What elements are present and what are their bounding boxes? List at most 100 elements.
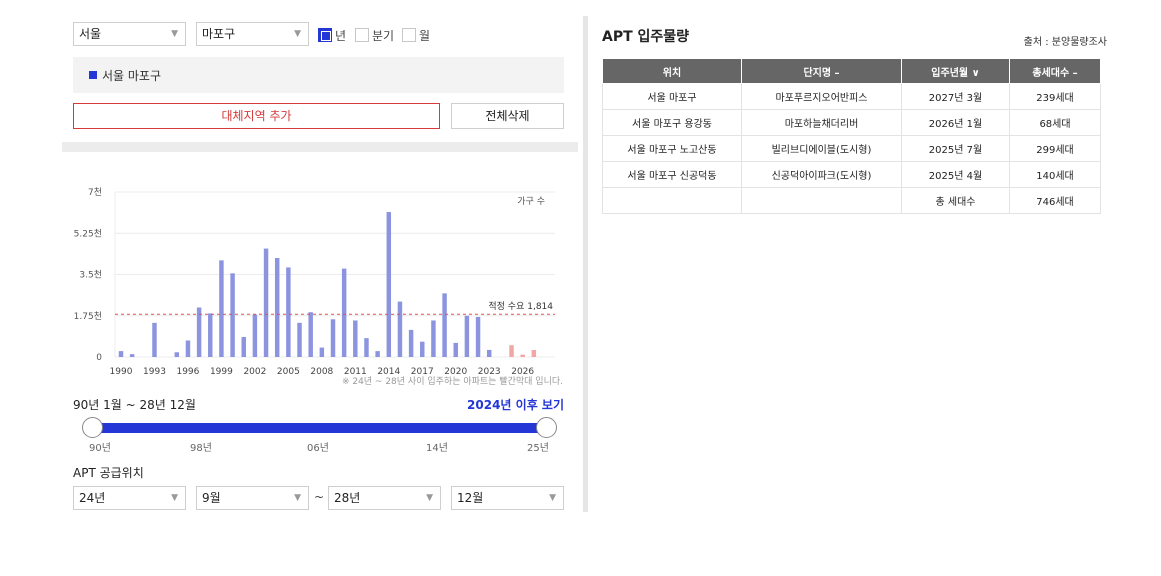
chevron-down-icon: ▼ xyxy=(294,493,301,503)
y-tick-label: 0 xyxy=(96,353,102,363)
checkbox-checked-icon xyxy=(318,28,332,42)
bar xyxy=(486,349,492,357)
cell-location: 서울 마포구 신공덕동 xyxy=(602,161,742,188)
from-year-select[interactable]: 24년 ▼ xyxy=(73,486,186,510)
table-row: 서울 마포구 용강동 마포하늘채더리버 2026년 1월 68세대 xyxy=(602,109,1101,136)
bar xyxy=(442,293,447,357)
range-tick: 06년 xyxy=(307,443,329,454)
bar xyxy=(364,338,369,357)
cell-complex-name: 신공덕아이파크(도시형) xyxy=(741,161,902,188)
bar xyxy=(196,307,202,357)
bar xyxy=(208,313,213,357)
y-tick-label: 1.75천 xyxy=(74,311,102,322)
chart-note: ※ 24년 ~ 28년 사이 입주하는 아파트는 빨간막대 입니다. xyxy=(342,375,563,387)
bar xyxy=(509,345,514,357)
range-tick: 25년 xyxy=(527,443,549,454)
x-tick-label: 2005 xyxy=(277,367,300,377)
cell-complex-name: 마포푸르지오어반피스 xyxy=(741,83,902,110)
to-year-select[interactable]: 28년 ▼ xyxy=(328,486,441,510)
add-region-button[interactable]: 대체지역 추가 xyxy=(73,103,440,129)
bar xyxy=(241,336,246,357)
chevron-down-icon: ▼ xyxy=(171,29,178,39)
y-tick-label: 3.5천 xyxy=(79,270,102,281)
bar xyxy=(341,268,347,357)
x-tick-label: 1996 xyxy=(176,367,199,377)
bar xyxy=(431,320,436,357)
x-tick-label: 2014 xyxy=(377,367,400,377)
table-header-row: 위치 단지명 – 입주년월 ∨ 총세대수 – xyxy=(602,58,1101,84)
bar xyxy=(464,315,470,357)
table-row: 서울 마포구 마포푸르지오어반피스 2027년 3월 239세대 xyxy=(602,83,1101,110)
range-slider-track[interactable] xyxy=(92,423,547,433)
bar xyxy=(420,341,425,357)
supply-table: 위치 단지명 – 입주년월 ∨ 총세대수 – 서울 마포구 마포푸르지오어반피스… xyxy=(602,58,1101,214)
bar xyxy=(475,316,481,357)
x-tick-label: 2017 xyxy=(411,367,434,377)
supply-location-label: APT 공급위치 xyxy=(73,466,144,480)
reference-line-label: 적정 수요 1,814 xyxy=(488,300,553,312)
cell-location: 서울 마포구 xyxy=(602,83,742,110)
district-select[interactable]: 마포구 ▼ xyxy=(196,22,309,46)
cell-location: 서울 마포구 용강동 xyxy=(602,109,742,136)
region-color-swatch xyxy=(89,71,97,79)
period-month-label: 월 xyxy=(419,28,431,43)
bar xyxy=(375,351,380,357)
cell-complex-name: 빌리브디에이블(도시형) xyxy=(741,135,902,162)
selected-region-label: 서울 마포구 xyxy=(102,69,162,83)
to-month-select[interactable]: 12월 ▼ xyxy=(451,486,564,510)
table-row: 서울 마포구 신공덕동 신공덕아이파크(도시형) 2025년 4월 140세대 xyxy=(602,161,1101,188)
checkbox-empty-icon xyxy=(355,28,369,42)
header-move-in-date[interactable]: 입주년월 ∨ xyxy=(901,58,1010,84)
cell-location: 서울 마포구 노고산동 xyxy=(602,135,742,162)
range-slider-start-handle[interactable] xyxy=(82,417,103,438)
bar xyxy=(531,349,537,357)
cell-total-units: 68세대 xyxy=(1009,109,1101,136)
period-quarter-checkbox[interactable]: 분기 xyxy=(355,27,394,43)
bar xyxy=(353,320,358,357)
bar xyxy=(386,212,392,357)
bar xyxy=(152,322,157,357)
from-month-select[interactable]: 9월 ▼ xyxy=(196,486,309,510)
cell-move-in-date: 2026년 1월 xyxy=(901,109,1010,136)
x-tick-label: 1993 xyxy=(143,367,166,377)
bar xyxy=(319,347,325,357)
header-complex-name[interactable]: 단지명 – xyxy=(741,58,902,84)
view-after-2024-link[interactable]: 2024년 이후 보기 xyxy=(467,396,564,413)
bar xyxy=(308,312,313,357)
cell-empty xyxy=(602,187,742,214)
supply-chart: 7천 5.25천 3.5천 1.75천 0 적정 수요 1,814 가구 수 1990 1993… xyxy=(62,164,578,389)
bar xyxy=(286,267,291,357)
chevron-down-icon: ▼ xyxy=(426,493,433,503)
x-tick-label: 2026 xyxy=(511,367,534,377)
checkbox-empty-icon xyxy=(402,28,416,42)
bar xyxy=(408,329,414,357)
period-year-checkbox[interactable]: 년 xyxy=(318,27,346,43)
city-select[interactable]: 서울 ▼ xyxy=(73,22,186,46)
range-separator: ~ xyxy=(314,490,325,504)
x-tick-label: 2020 xyxy=(444,367,467,377)
x-tick-label: 2002 xyxy=(243,367,266,377)
bar xyxy=(274,258,280,357)
legend-label: 가구 수 xyxy=(517,196,545,207)
cell-total-units: 239세대 xyxy=(1009,83,1101,110)
bar xyxy=(252,314,258,357)
bar xyxy=(297,322,302,357)
delete-all-button[interactable]: 전체삭제 xyxy=(451,103,564,129)
header-total-units[interactable]: 총세대수 – xyxy=(1009,58,1101,84)
bar xyxy=(263,248,269,357)
total-value: 746세대 xyxy=(1009,187,1101,214)
chevron-down-icon: ▼ xyxy=(171,493,178,503)
cell-total-units: 299세대 xyxy=(1009,135,1101,162)
cell-move-in-date: 2025년 7월 xyxy=(901,135,1010,162)
range-slider-end-handle[interactable] xyxy=(536,417,557,438)
bar xyxy=(397,301,403,357)
to-year-value: 28년 xyxy=(334,491,361,505)
bar xyxy=(185,340,191,357)
chart-svg: 7천 5.25천 3.5천 1.75천 0 적정 수요 1,814 가구 수 1990 1993… xyxy=(74,187,563,387)
district-select-value: 마포구 xyxy=(202,27,236,41)
period-month-checkbox[interactable]: 월 xyxy=(402,27,430,43)
section-divider xyxy=(62,142,578,152)
to-month-value: 12월 xyxy=(457,491,484,505)
right-panel: APT 입주물량 출처 : 분양물량조사 위치 단지명 – 입주년월 ∨ 총세대… xyxy=(602,26,1107,214)
header-location[interactable]: 위치 xyxy=(602,58,742,84)
